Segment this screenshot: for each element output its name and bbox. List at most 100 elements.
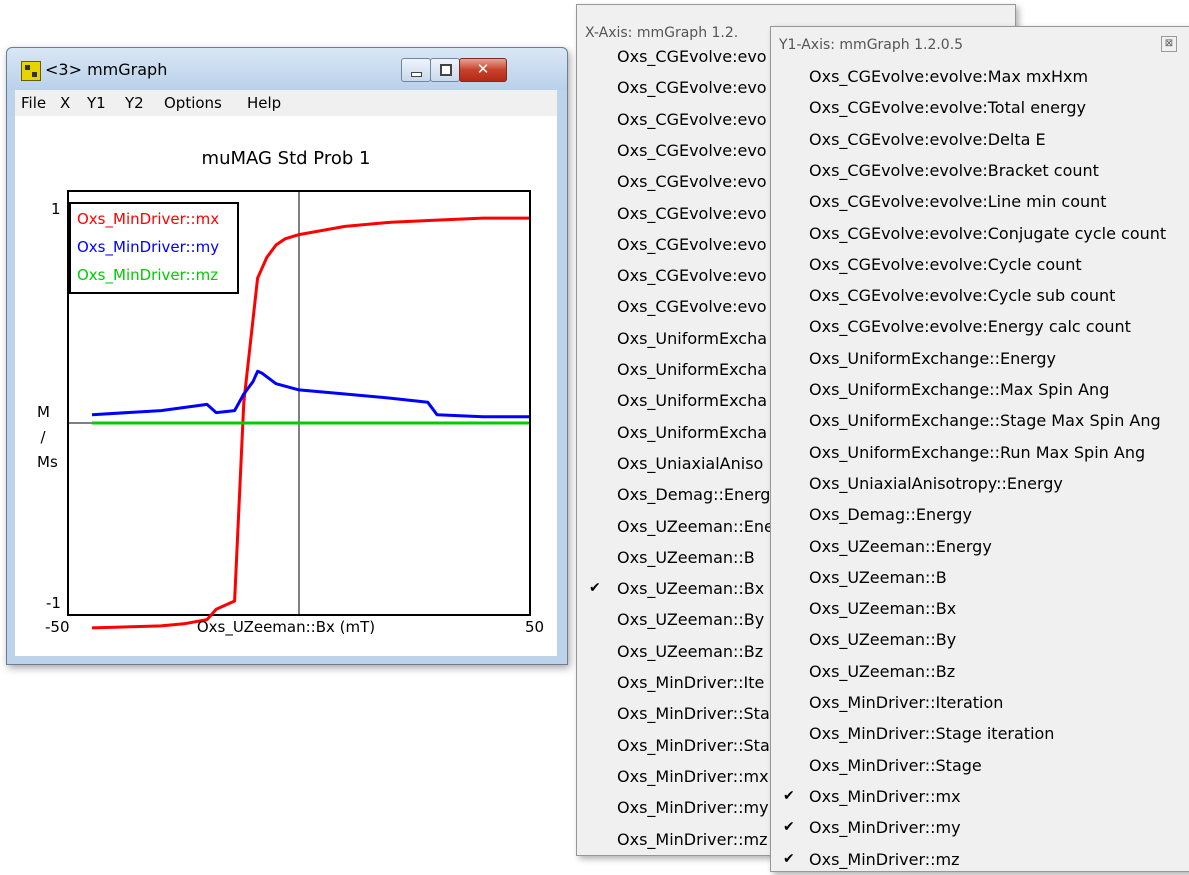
menu-options[interactable]: Options [164,94,222,112]
y1-axis-menu-item-label: Oxs_UZeeman::Energy [809,536,992,556]
x-axis-label: Oxs_UZeeman::Bx (mT) [196,618,376,636]
x-axis-menu-item-label: Oxs_CGEvolve:evo [617,109,767,129]
y1-axis-menu-item-label: Oxs_UniformExchange::Max Spin Ang [809,380,1110,399]
y1-axis-menu-item[interactable]: ✔ Oxs_MinDriver::mz [771,844,1189,875]
x-axis-menu-item-label: Oxs_UZeeman::By [617,610,765,630]
y1-axis-menu-item-label: Oxs_UZeeman::B [809,567,947,587]
menu-help[interactable]: Help [247,94,281,112]
y1-axis-menu-item[interactable]: ✔ Oxs_MinDriver::mx [771,781,1189,812]
x-axis-menu-item-label: Oxs_UZeeman::Bx [617,579,765,599]
y1-axis-menu-item[interactable]: Oxs_CGEvolve:evolve:Conjugate cycle coun… [771,218,1189,249]
y1-axis-menu-item[interactable]: Oxs_MinDriver::Iteration [771,687,1189,718]
y1-axis-menu-item-label: Oxs_CGEvolve:evolve:Total energy [809,98,1086,118]
menu-file[interactable]: File [21,94,46,112]
y1-axis-menu-item[interactable]: Oxs_UZeeman::Energy [771,531,1189,562]
y1-axis-menu-item[interactable]: ✔ Oxs_MinDriver::my [771,812,1189,843]
y1-axis-menu-item[interactable]: Oxs_UZeeman::By [771,624,1189,655]
x-axis-menu-item-label: Oxs_CGEvolve:evo [617,297,767,317]
y1-axis-menu-item-label: Oxs_UniformExchange::Energy [809,348,1056,368]
y1-axis-menu-item-label: Oxs_CGEvolve:evolve:Delta E [809,129,1046,149]
y1-axis-menu-item[interactable]: Oxs_CGEvolve:evolve:Cycle count [771,249,1189,280]
y1-axis-menu-item-label: Oxs_CGEvolve:evolve:Conjugate cycle coun… [809,223,1167,243]
y1-axis-menu-item[interactable]: Oxs_UniaxialAnisotropy::Energy [771,468,1189,499]
close-button[interactable]: ✕ [459,58,507,82]
x-axis-menu-item-label: Oxs_UniformExcha [617,328,768,348]
x-axis-menu-item-label: Oxs_MinDriver::mz [617,829,768,849]
y1-axis-menu-item-label: Oxs_UZeeman::Bz [809,661,956,681]
x-axis-menu-item-label: Oxs_MinDriver::Sta [617,704,770,724]
y1-axis-menu-item[interactable]: Oxs_UniformExchange::Energy [771,343,1189,374]
maximize-button[interactable] [430,58,460,82]
y1-axis-menu-item[interactable]: Oxs_UZeeman::Bx [771,593,1189,624]
tearoff-close-icon[interactable]: ⊠ [1161,36,1177,52]
y1-axis-menu-item-label: Oxs_CGEvolve:evolve:Cycle sub count [809,286,1116,306]
minimize-button[interactable] [401,58,431,82]
x-axis-menu-item-label: Oxs_MinDriver::mx [617,766,769,786]
menu-x[interactable]: X [60,94,70,112]
y1-axis-menu-item[interactable]: Oxs_CGEvolve:evolve:Max mxHxm [771,61,1189,92]
y1-axis-menu-item[interactable]: Oxs_UniformExchange::Run Max Spin Ang [771,437,1189,468]
y1-axis-menu-item[interactable]: Oxs_MinDriver::Stage [771,750,1189,781]
x-axis-menu-item-label: Oxs_CGEvolve:evo [617,78,767,98]
y1-axis-menu-item-label: Oxs_CGEvolve:evolve:Line min count [809,192,1107,212]
y1-axis-menu-item[interactable]: Oxs_CGEvolve:evolve:Line min count [771,186,1189,217]
y1-axis-menu-item-label: Oxs_UniformExchange::Run Max Spin Ang [809,442,1146,462]
x-axis-menu-item-label: Oxs_UZeeman::Ene [617,516,774,536]
y1-axis-menu-item[interactable]: Oxs_Demag::Energy [771,499,1189,530]
legend[interactable]: Oxs_MinDriver::mx Oxs_MinDriver::my Oxs_… [69,202,239,294]
legend-item-mx: Oxs_MinDriver::mx [77,210,220,228]
y1-axis-menu: Y1-Axis: mmGraph 1.2.0.5 ⊠ Oxs_CGEvolve:… [770,26,1189,872]
y-tick-min: -1 [46,594,61,612]
plot-area[interactable]: muMAG Std Prob 1 1 -1 M / Ms -50 50 Oxs_… [15,116,557,656]
y1-axis-menu-item-label: Oxs_CGEvolve:evolve:Max mxHxm [809,67,1089,86]
x-axis-menu-item-label: Oxs_UZeeman::Bz [617,641,764,661]
y1-axis-menu-item-label: Oxs_MinDriver::Iteration [809,693,1004,712]
x-axis-menu-item-label: Oxs_MinDriver::Ite [617,673,765,692]
mmgraph-app-icon[interactable] [21,61,41,81]
chart-svg [69,192,529,630]
x-axis-menu-item-label: Oxs_UZeeman::B [617,547,755,567]
y1-axis-menu-item-label: Oxs_MinDriver::Stage [809,755,982,775]
window-title: <3> mmGraph [45,60,168,79]
legend-item-my: Oxs_MinDriver::my [77,238,220,256]
y1-axis-menu-item-label: Oxs_CGEvolve:evolve:Energy calc count [809,317,1131,337]
x-axis-menu-item-label: Oxs_MinDriver::my [617,798,769,818]
x-axis-menu-item-label: Oxs_UniformExcha [617,360,768,379]
y1-axis-menu-item[interactable]: Oxs_CGEvolve:evolve:Total energy [771,92,1189,123]
close-icon: ✕ [476,60,490,78]
menu-y2[interactable]: Y2 [125,94,144,112]
x-axis-menu-item-label: Oxs_UniaxialAniso [617,453,764,473]
x-axis-menu-item-label: Oxs_CGEvolve:evo [617,47,767,66]
legend-item-mz: Oxs_MinDriver::mz [77,266,219,284]
y1-axis-menu-item-label: Oxs_UZeeman::Bx [809,599,957,619]
y1-axis-menu-item[interactable]: Oxs_CGEvolve:evolve:Energy calc count [771,311,1189,342]
x-axis-menu-title: X-Axis: mmGraph 1.2. [585,25,739,41]
menu-bar: File X Y1 Y2 Options Help [15,90,557,116]
y1-axis-menu-item-label: Oxs_UZeeman::By [809,630,957,650]
y1-axis-menu-item[interactable]: Oxs_CGEvolve:evolve:Cycle sub count [771,280,1189,311]
y1-axis-menu-item[interactable]: Oxs_UniformExchange::Stage Max Spin Ang [771,405,1189,436]
x-axis-menu-item-label: Oxs_CGEvolve:evo [617,203,767,223]
x-axis-menu-item-label: Oxs_CGEvolve:evo [617,266,767,286]
checkmark-icon: ✔ [783,819,795,836]
y1-axis-menu-item-label: Oxs_CGEvolve:evolve:Cycle count [809,254,1082,274]
y1-axis-menu-item[interactable]: Oxs_CGEvolve:evolve:Bracket count [771,155,1189,186]
x-axis-menu-item-label: Oxs_UniformExcha [617,391,768,411]
x-axis-menu-item-label: Oxs_MinDriver::Sta [617,735,770,755]
title-bar[interactable]: <3> mmGraph ✕ [7,48,567,90]
y1-axis-menu-item[interactable]: Oxs_UZeeman::Bz [771,656,1189,687]
y1-axis-menu-item[interactable]: Oxs_CGEvolve:evolve:Delta E [771,124,1189,155]
y1-axis-menu-item[interactable]: Oxs_MinDriver::Stage iteration [771,718,1189,749]
y1-axis-menu-item[interactable]: Oxs_UniformExchange::Max Spin Ang [771,374,1189,405]
checkmark-icon: ✔ [783,850,795,867]
x-axis-menu-item-label: Oxs_CGEvolve:evo [617,140,767,160]
y1-axis-menu-item-label: Oxs_UniformExchange::Stage Max Spin Ang [809,411,1161,431]
y1-axis-menu-title: Y1-Axis: mmGraph 1.2.0.5 [779,37,964,53]
series-line-my [91,369,529,419]
y1-axis-menu-item-label: Oxs_MinDriver::Stage iteration [809,724,1055,744]
y1-axis-menu-item-label: Oxs_UniaxialAnisotropy::Energy [809,473,1063,493]
y1-axis-menu-item-label: Oxs_Demag::Energy [809,505,972,525]
menu-y1[interactable]: Y1 [87,94,106,112]
x-axis-menu-item-label: Oxs_Demag::Energ [617,485,771,505]
y1-axis-menu-item[interactable]: Oxs_UZeeman::B [771,562,1189,593]
